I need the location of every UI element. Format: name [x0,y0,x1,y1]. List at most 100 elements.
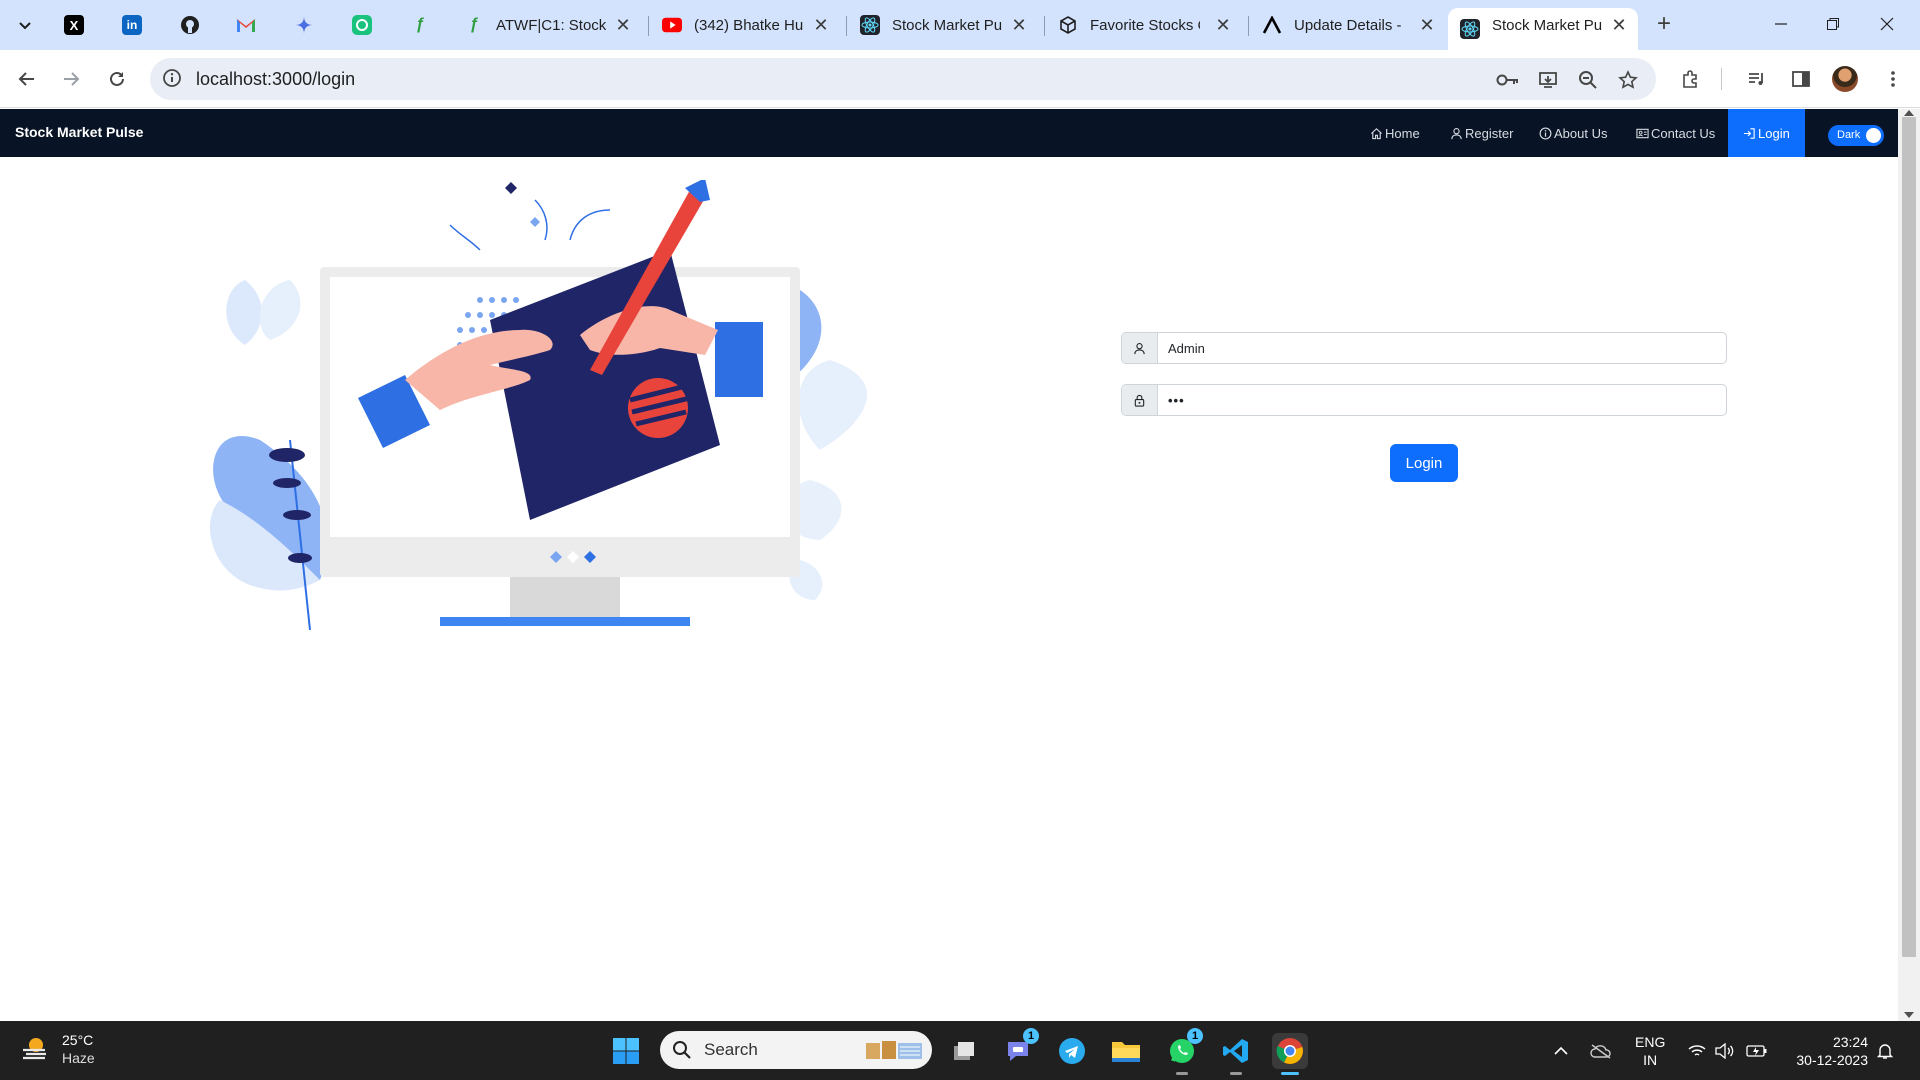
back-button[interactable] [10,62,44,96]
chrome-menu-button[interactable] [1876,62,1910,96]
tab-separator [648,16,649,36]
tab-x-twitter[interactable]: X [46,8,102,42]
close-tab-icon[interactable]: ✕ [612,14,634,36]
forward-button[interactable] [54,62,88,96]
tab-stock-market-pulse-active[interactable]: Stock Market Pulse ✕ [1448,8,1638,50]
tab-github[interactable] [162,8,218,42]
whatsapp-app[interactable]: 1 [1164,1028,1203,1075]
task-view-button[interactable] [946,1033,982,1069]
tab-gemini[interactable] [276,8,332,42]
github-icon [180,15,200,35]
browser-toolbar: localhost:3000/login [0,50,1920,108]
username-addon [1122,333,1158,363]
kebab-menu-icon [1891,71,1895,87]
user-icon [1451,127,1462,139]
vscode-app[interactable] [1218,1033,1254,1075]
tab-pinned-site[interactable]: ƒ [392,8,448,42]
tab-chatgpt[interactable] [334,8,390,42]
scroll-up-arrow[interactable] [1904,110,1914,116]
tab-gmail[interactable] [218,8,274,42]
system-clock[interactable]: 23:24 30-12-2023 [1786,1033,1868,1069]
theme-toggle[interactable]: Dark [1828,125,1884,146]
install-app-icon[interactable] [1534,66,1562,94]
nav-contact-label: Contact Us [1651,125,1716,141]
new-tab-button[interactable]: + [1650,10,1678,38]
volume-tray-icon[interactable] [1714,1040,1736,1062]
username-input[interactable] [1158,333,1726,363]
page-scrollbar[interactable] [1898,109,1920,1021]
nav-about-label: About Us [1554,125,1608,141]
file-explorer-app[interactable] [1108,1033,1144,1069]
side-panel-button[interactable] [1784,62,1818,96]
tab-title: (342) Bhatke Hue [694,16,804,34]
info-icon [1539,127,1552,139]
region-code: IN [1643,1052,1658,1068]
nav-about[interactable]: About Us [1539,109,1607,157]
battery-tray-icon[interactable] [1746,1040,1768,1062]
close-tab-icon[interactable]: ✕ [1608,14,1630,36]
tab-linkedin[interactable]: in [104,8,160,42]
tab-update-details[interactable]: Update Details - ✕ [1250,8,1446,42]
weather-condition: Haze [62,1050,95,1066]
close-tab-icon[interactable]: ✕ [1008,14,1030,36]
password-input[interactable]: ••• [1158,385,1726,415]
reload-icon [110,71,124,86]
scrollbar-thumb[interactable] [1902,117,1916,957]
tab-favorite-stocks[interactable]: Favorite Stocks C ✕ [1046,8,1242,42]
teams-notification-badge: 1 [1023,1028,1039,1044]
tab-search-button[interactable] [10,11,40,39]
scroll-down-arrow[interactable] [1904,1012,1914,1018]
chrome-app[interactable] [1272,1033,1308,1075]
password-field[interactable]: ••• [1121,384,1727,416]
restore-button[interactable] [1810,6,1856,42]
onedrive-tray-icon[interactable] [1590,1040,1612,1062]
teams-app[interactable]: 1 [1000,1028,1039,1069]
close-tab-icon[interactable]: ✕ [1212,14,1234,36]
vercel-icon [1262,15,1282,35]
restore-icon [1827,18,1839,30]
brand-logo-text[interactable]: Stock Market Pulse [15,124,143,140]
address-bar[interactable]: localhost:3000/login [150,58,1656,100]
nav-register[interactable]: Register [1450,109,1513,157]
profile-avatar[interactable] [1832,66,1858,92]
tab-youtube[interactable]: (342) Bhatke Hue ✕ [650,8,840,42]
nav-home[interactable]: Home [1370,109,1420,157]
toolbar-divider [1721,68,1722,90]
close-tab-icon[interactable]: ✕ [1416,14,1438,36]
tab-atwf[interactable]: ƒ ATWF|C1: Stock M ✕ [452,8,642,42]
linkedin-icon: in [122,15,142,35]
close-window-button[interactable] [1864,6,1910,42]
tab-title: Update Details - [1294,16,1402,34]
search-placeholder: Search [704,1040,758,1059]
close-tab-icon[interactable]: ✕ [810,14,832,36]
media-controls-button[interactable] [1740,62,1774,96]
extensions-button[interactable] [1674,62,1708,96]
show-hidden-icons-button[interactable] [1550,1040,1572,1062]
start-button[interactable] [608,1033,644,1069]
wifi-tray-icon[interactable] [1686,1040,1708,1062]
taskbar-search[interactable]: Search [660,1031,932,1069]
telegram-app[interactable] [1054,1033,1090,1069]
username-field[interactable] [1121,332,1727,364]
tab-title: Stock Market Pulse [892,16,1002,34]
login-button[interactable]: Login [1390,444,1458,482]
notification-center-button[interactable] [1874,1040,1896,1062]
tab-title: ATWF|C1: Stock M [496,16,606,34]
zoom-icon[interactable] [1574,66,1602,94]
input-language[interactable]: ENG IN [1635,1033,1665,1069]
weather-widget[interactable]: 25°C Haze [20,1031,95,1067]
codesandbox-icon [1058,15,1078,35]
nav-login[interactable]: Login [1728,109,1805,157]
password-key-icon[interactable] [1494,66,1522,94]
app-running-indicator [1230,1072,1242,1075]
chatgpt-icon [352,15,372,35]
login-illustration [210,180,868,630]
reload-button[interactable] [100,62,134,96]
bookmark-star-icon[interactable] [1614,66,1642,94]
site-info-icon[interactable] [162,68,184,90]
nav-contact[interactable]: Contact Us [1636,109,1715,157]
minimize-button[interactable] [1758,6,1804,42]
tab-stock-market-pulse[interactable]: Stock Market Pulse ✕ [848,8,1038,42]
haze-sun-icon [23,1038,46,1060]
tab-separator [846,16,847,36]
